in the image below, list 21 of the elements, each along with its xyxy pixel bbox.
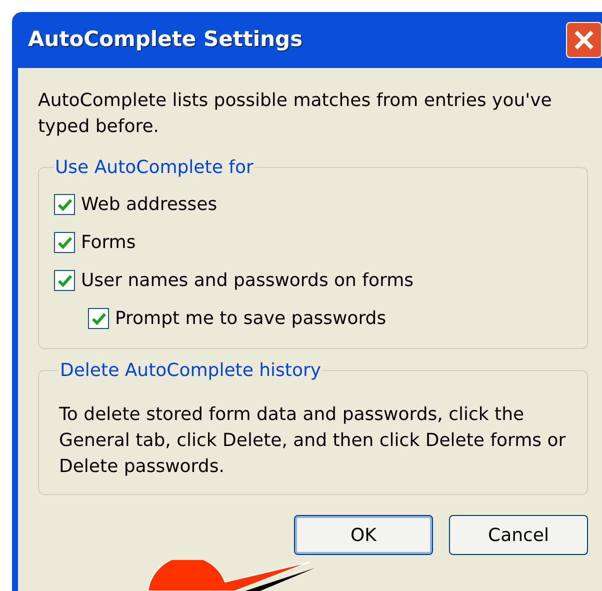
dialog-button[interactable]: OK	[294, 515, 433, 555]
checkbox[interactable]	[88, 308, 109, 329]
checkbox-label[interactable]: User names and passwords on forms	[81, 267, 414, 294]
close-button[interactable]	[566, 22, 602, 58]
window-title: AutoComplete Settings	[28, 26, 303, 54]
info-text: To delete stored form data and passwords, click the General tab, click Delete, and then click Delete forms or Delete passwords.	[59, 403, 567, 479]
checkmark-icon	[92, 312, 106, 324]
checkmark-icon	[58, 236, 72, 248]
checkmark-icon	[58, 274, 72, 286]
checkbox[interactable]	[54, 232, 75, 253]
checkbox-label[interactable]: Prompt me to save passwords	[115, 305, 386, 332]
checkbox-label[interactable]: Web addresses	[81, 191, 218, 218]
checkmark-icon	[58, 198, 72, 210]
group-legend: Delete AutoComplete history	[59, 357, 322, 384]
close-icon	[573, 29, 595, 51]
group-legend: Use AutoComplete for	[54, 154, 254, 181]
checkbox[interactable]	[54, 270, 75, 291]
dialog-button[interactable]: Cancel	[449, 515, 588, 555]
intro-text: AutoComplete lists possible matches from entries you've typed before.	[38, 89, 553, 139]
checkbox-label[interactable]: Forms	[81, 229, 136, 256]
checkbox[interactable]	[54, 194, 75, 215]
